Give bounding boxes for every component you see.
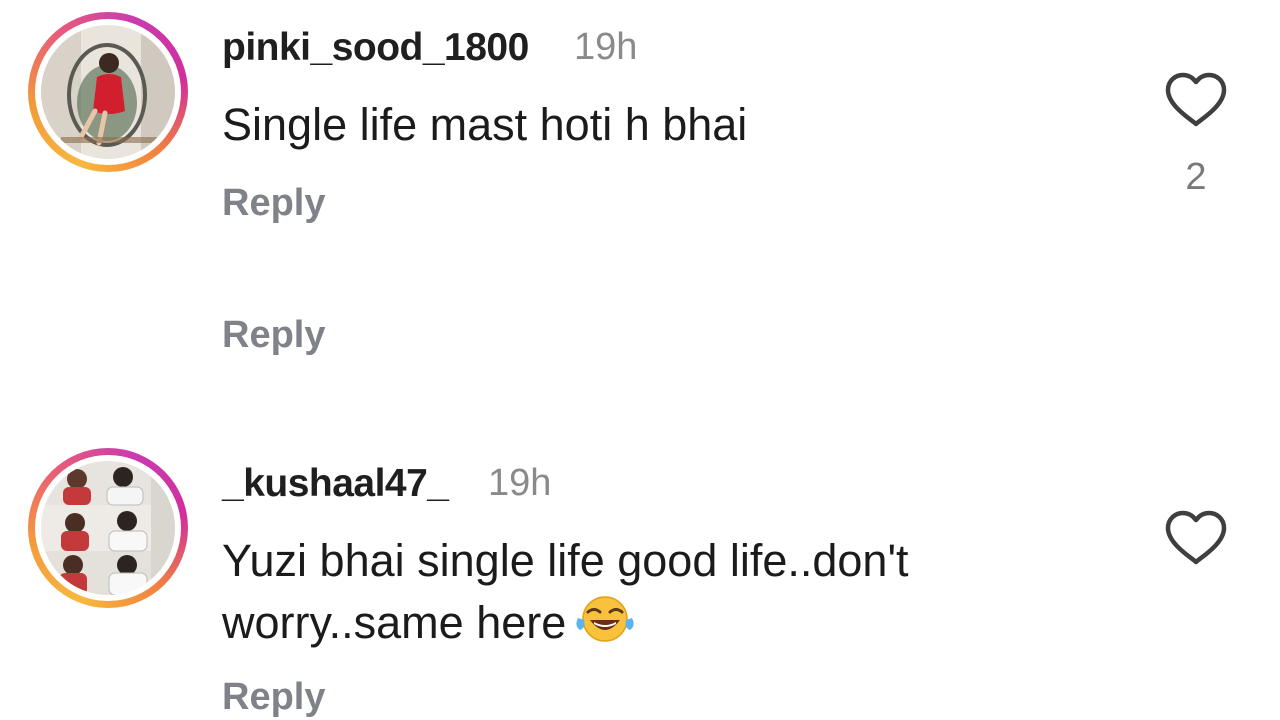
comment-text-line: Yuzi bhai single life good life..don't [222,535,909,586]
comment-item: _kushaal47_ 19h Yuzi bhai single life go… [0,440,1280,720]
comment-timestamp: 19h [488,462,552,504]
comment-username[interactable]: _kushaal47_ [222,462,449,506]
heart-outline-icon[interactable] [1164,510,1228,566]
comment-text: Single life mast hoti h bhai [222,99,748,150]
comment-text-line-last: worry..same here [222,592,636,658]
avatar[interactable] [28,12,188,172]
reply-button[interactable]: Reply [222,314,325,357]
avatar[interactable] [28,448,188,608]
heart-outline-icon[interactable] [1164,72,1228,128]
comment-username[interactable]: pinki_sood_1800 [222,26,529,70]
like-count[interactable]: 2 [1164,156,1228,199]
avatar-photo [41,25,175,159]
comment-item: Reply [0,260,1280,420]
comment-text-line: worry..same here [222,597,567,648]
face-with-tears-of-joy-icon [574,592,636,658]
comment-item: pinki_sood_1800 19h Single life mast hot… [0,0,1280,260]
reply-button[interactable]: Reply [222,676,325,719]
avatar-photo [41,461,175,595]
reply-button[interactable]: Reply [222,182,325,225]
comment-timestamp: 19h [574,26,638,68]
